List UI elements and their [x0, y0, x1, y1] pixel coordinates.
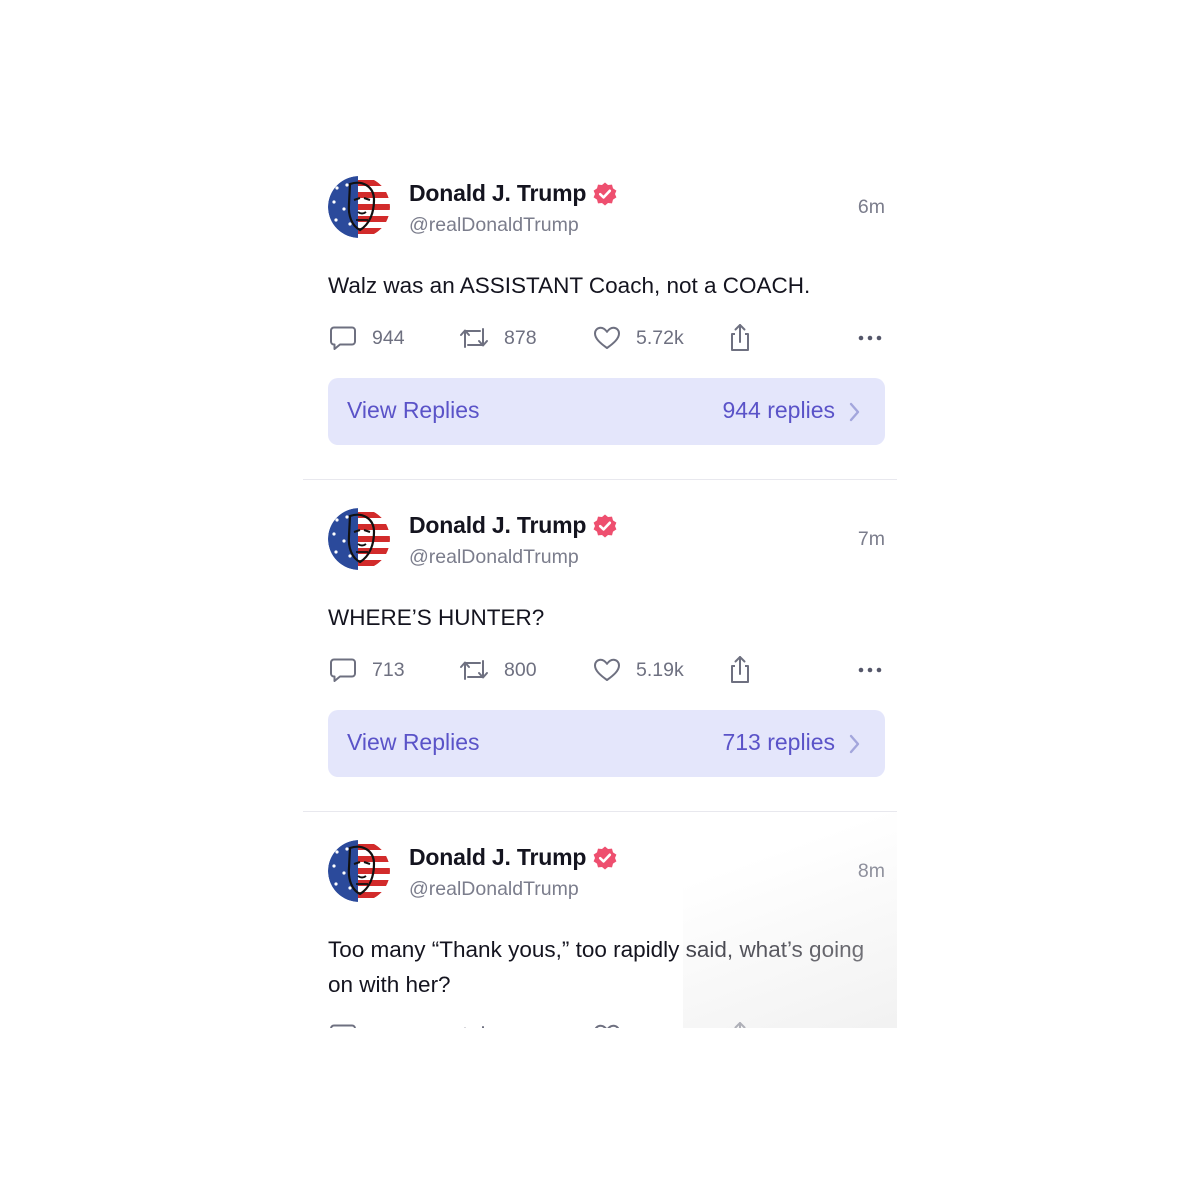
author-name-row[interactable]: Donald J. Trump [409, 180, 618, 207]
view-replies-button[interactable]: View Replies 944 replies [328, 378, 885, 445]
verified-badge-icon [592, 181, 618, 207]
repost-count: 878 [504, 326, 537, 349]
share-button[interactable] [725, 652, 755, 688]
share-upload-icon [731, 324, 749, 351]
like-count: 5.19k [636, 658, 684, 681]
post-feed: Donald J. Trump @realDonaldTrump 6m Walz… [303, 148, 897, 1028]
author-name: Donald J. Trump [409, 844, 587, 870]
verified-badge-icon [592, 513, 618, 539]
repost-arrows-icon [460, 660, 488, 680]
more-options-button[interactable] [856, 320, 884, 356]
post-text: Walz was an ASSISTANT Coach, not a COACH… [328, 273, 811, 298]
post-card: Donald J. Trump @realDonaldTrump 6m Walz… [303, 148, 897, 480]
ellipsis-icon [858, 667, 882, 673]
repost-count: 800 [504, 658, 537, 681]
like-button[interactable]: 5.72k [592, 320, 684, 356]
post-timestamp: 8m [857, 860, 885, 882]
author-handle[interactable]: @realDonaldTrump [409, 878, 579, 901]
post-actions: 713 800 5.19k [328, 652, 884, 688]
author-name-row[interactable]: Donald J. Trump [409, 512, 618, 539]
reply-count: 944 [372, 326, 405, 349]
speech-bubble-icon [330, 326, 356, 350]
heart-icon [594, 326, 620, 349]
post-text: Too many “Thank yous,” too rapidly said,… [328, 937, 865, 997]
author-avatar[interactable] [328, 840, 390, 902]
reply-button[interactable]: 713 [328, 652, 405, 688]
author-name: Donald J. Trump [409, 512, 587, 538]
more-options-button[interactable] [856, 652, 884, 688]
replies-count-label: 713 replies [722, 729, 835, 755]
author-handle[interactable]: @realDonaldTrump [409, 214, 579, 237]
share-button[interactable] [725, 320, 755, 356]
heart-icon [594, 658, 620, 681]
post-timestamp: 6m [857, 196, 885, 218]
post-text: WHERE’S HUNTER? [328, 605, 545, 630]
view-replies-label: View Replies [347, 729, 480, 755]
repost-arrows-icon [464, 1026, 484, 1028]
share-upload-icon [734, 1022, 746, 1028]
reply-count: 713 [372, 658, 405, 681]
reply-button[interactable] [328, 1018, 358, 1028]
author-avatar[interactable] [328, 508, 390, 570]
post-card: Donald J. Trump @realDonaldTrump 8m Too … [303, 812, 897, 1028]
share-button[interactable] [725, 1018, 755, 1028]
repost-button[interactable]: 878 [458, 320, 537, 356]
post-card: Donald J. Trump @realDonaldTrump 7m WHER… [303, 480, 897, 812]
reply-button[interactable]: 944 [328, 320, 405, 356]
like-button[interactable] [592, 1018, 622, 1028]
author-avatar[interactable] [328, 176, 390, 238]
chevron-right-icon [849, 402, 860, 422]
verified-badge-icon [592, 845, 618, 871]
speech-bubble-icon [330, 1024, 356, 1028]
view-replies-label: View Replies [347, 397, 480, 423]
view-replies-button[interactable]: View Replies 713 replies [328, 710, 885, 777]
ellipsis-icon [858, 335, 882, 341]
post-actions [328, 1018, 884, 1028]
chevron-right-icon [849, 734, 860, 754]
repost-button[interactable] [458, 1018, 490, 1028]
repost-arrows-icon [460, 328, 488, 348]
post-timestamp: 7m [857, 528, 885, 550]
author-name-row[interactable]: Donald J. Trump [409, 844, 618, 871]
author-handle[interactable]: @realDonaldTrump [409, 546, 579, 569]
speech-bubble-icon [330, 658, 356, 682]
post-actions: 944 878 5.72k [328, 320, 884, 356]
share-upload-icon [731, 656, 749, 683]
replies-count-label: 944 replies [722, 397, 835, 423]
heart-icon [594, 1024, 620, 1028]
repost-button[interactable]: 800 [458, 652, 537, 688]
like-count: 5.72k [636, 326, 684, 349]
author-name: Donald J. Trump [409, 180, 587, 206]
like-button[interactable]: 5.19k [592, 652, 684, 688]
